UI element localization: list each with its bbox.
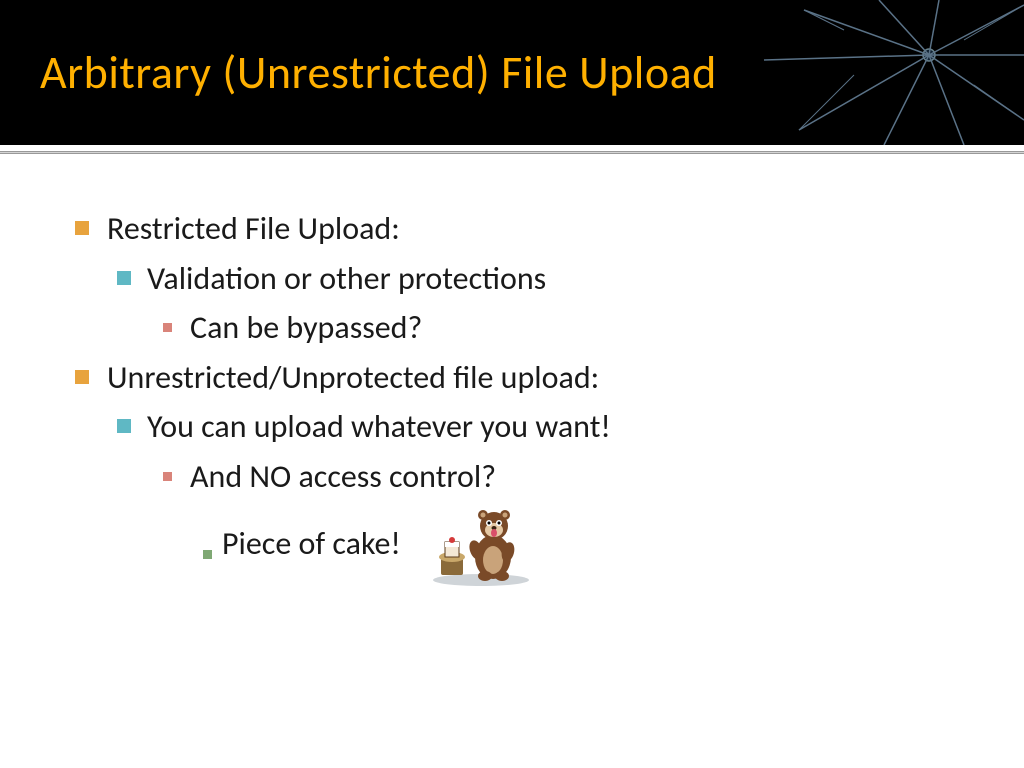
bullet-level-3: And NO access control? <box>163 452 1004 502</box>
bullet-level-1: Unrestricted/Unprotected file upload: <box>75 353 1004 403</box>
bullet-icon <box>75 370 89 384</box>
slide-header: Arbitrary (Unrestricted) File Upload <box>0 0 1024 145</box>
bullet-text: And NO access control? <box>190 452 496 502</box>
bullet-level-3: Can be bypassed? <box>163 303 1004 353</box>
slide-body: Restricted File Upload: Validation or ot… <box>0 154 1024 587</box>
bullet-text: Unrestricted/Unprotected file upload: <box>107 353 599 403</box>
bullet-icon <box>163 472 172 481</box>
bear-cake-icon <box>426 502 536 587</box>
cracked-glass-graphic <box>704 0 1024 145</box>
bullet-icon <box>117 271 131 285</box>
bullet-level-4: Piece of cake! <box>203 502 1004 587</box>
bullet-text: Piece of cake! <box>222 519 401 569</box>
bullet-text: Can be bypassed? <box>190 303 422 353</box>
slide-title: Arbitrary (Unrestricted) File Upload <box>40 45 717 101</box>
bullet-icon <box>75 221 89 235</box>
bullet-level-2: You can upload whatever you want! <box>117 402 1004 452</box>
bullet-level-2: Validation or other protections <box>117 254 1004 304</box>
bullet-icon <box>203 550 212 559</box>
bullet-level-1: Restricted File Upload: <box>75 204 1004 254</box>
bullet-text: You can upload whatever you want! <box>147 402 611 452</box>
bullet-icon <box>117 419 131 433</box>
bullet-text: Validation or other protections <box>147 254 546 304</box>
bullet-icon <box>163 323 172 332</box>
bullet-text: Restricted File Upload: <box>107 204 400 254</box>
